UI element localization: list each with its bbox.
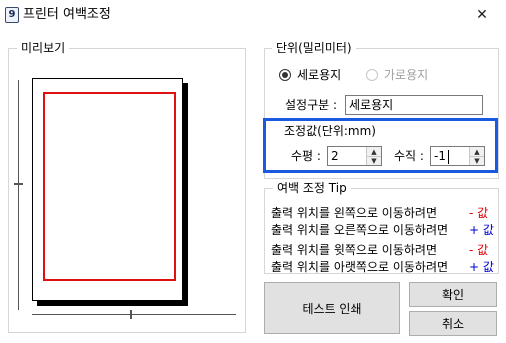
tip-sign-down: + 값: [469, 260, 494, 274]
tip-line-right: 출력 위치를 오른쪽으로 이동하려면: [271, 223, 449, 237]
tip-line-down: 출력 위치를 아랫쪽으로 이동하려면: [271, 260, 449, 274]
close-icon[interactable]: ✕: [468, 5, 496, 25]
preview-legend: 미리보기: [17, 41, 70, 55]
adjust-legend: 조정값(단위:mm): [284, 124, 376, 138]
landscape-radio[interactable]: [366, 69, 378, 81]
title-bar: 9 프린터 여백조정 ✕: [0, 0, 506, 30]
tip-line-up: 출력 위치를 윗쪽으로 이동하려면: [271, 243, 438, 257]
setting-label: 설정구분 :: [285, 98, 338, 112]
tip-sign-right: + 값: [469, 223, 494, 237]
portrait-radio[interactable]: [279, 69, 291, 81]
app-icon: 9: [5, 7, 19, 23]
unit-legend: 단위(밀리미터): [272, 41, 356, 55]
vertical-stepper[interactable]: -1 ▲ ▼: [430, 146, 485, 166]
vertical-label: 수직 :: [394, 149, 424, 163]
horizontal-spin[interactable]: ▲ ▼: [366, 147, 381, 165]
tip-sign-up: - 값: [469, 243, 489, 257]
test-print-button[interactable]: 테스트 인쇄: [264, 282, 400, 334]
cancel-button[interactable]: 취소: [409, 311, 497, 336]
print-area: [43, 92, 176, 281]
tip-line-left: 출력 위치를 왼쪽으로 이동하려면: [271, 206, 438, 220]
horizontal-ruler: [32, 314, 236, 315]
horizontal-stepper[interactable]: 2 ▲ ▼: [327, 146, 382, 166]
landscape-label[interactable]: 가로용지: [384, 68, 428, 82]
horizontal-label: 수평 :: [291, 149, 321, 163]
ok-button[interactable]: 확인: [409, 282, 497, 307]
vertical-value[interactable]: -1: [434, 147, 446, 165]
portrait-label[interactable]: 세로용지: [297, 68, 341, 82]
text-cursor: [448, 150, 449, 164]
tip-legend: 여백 조정 Tip: [273, 181, 351, 195]
tip-sign-left: - 값: [469, 206, 489, 220]
setting-field[interactable]: 세로용지: [345, 95, 483, 115]
spin-down-icon[interactable]: ▼: [367, 156, 381, 165]
vertical-ruler: [18, 80, 19, 310]
horizontal-value[interactable]: 2: [331, 147, 339, 165]
window-title: 프린터 여백조정: [23, 7, 111, 22]
vertical-spin[interactable]: ▲ ▼: [469, 147, 484, 165]
spin-down-icon[interactable]: ▼: [470, 156, 484, 165]
vertical-ruler-marker: [14, 183, 23, 185]
horizontal-ruler-marker[interactable]: [130, 310, 132, 319]
